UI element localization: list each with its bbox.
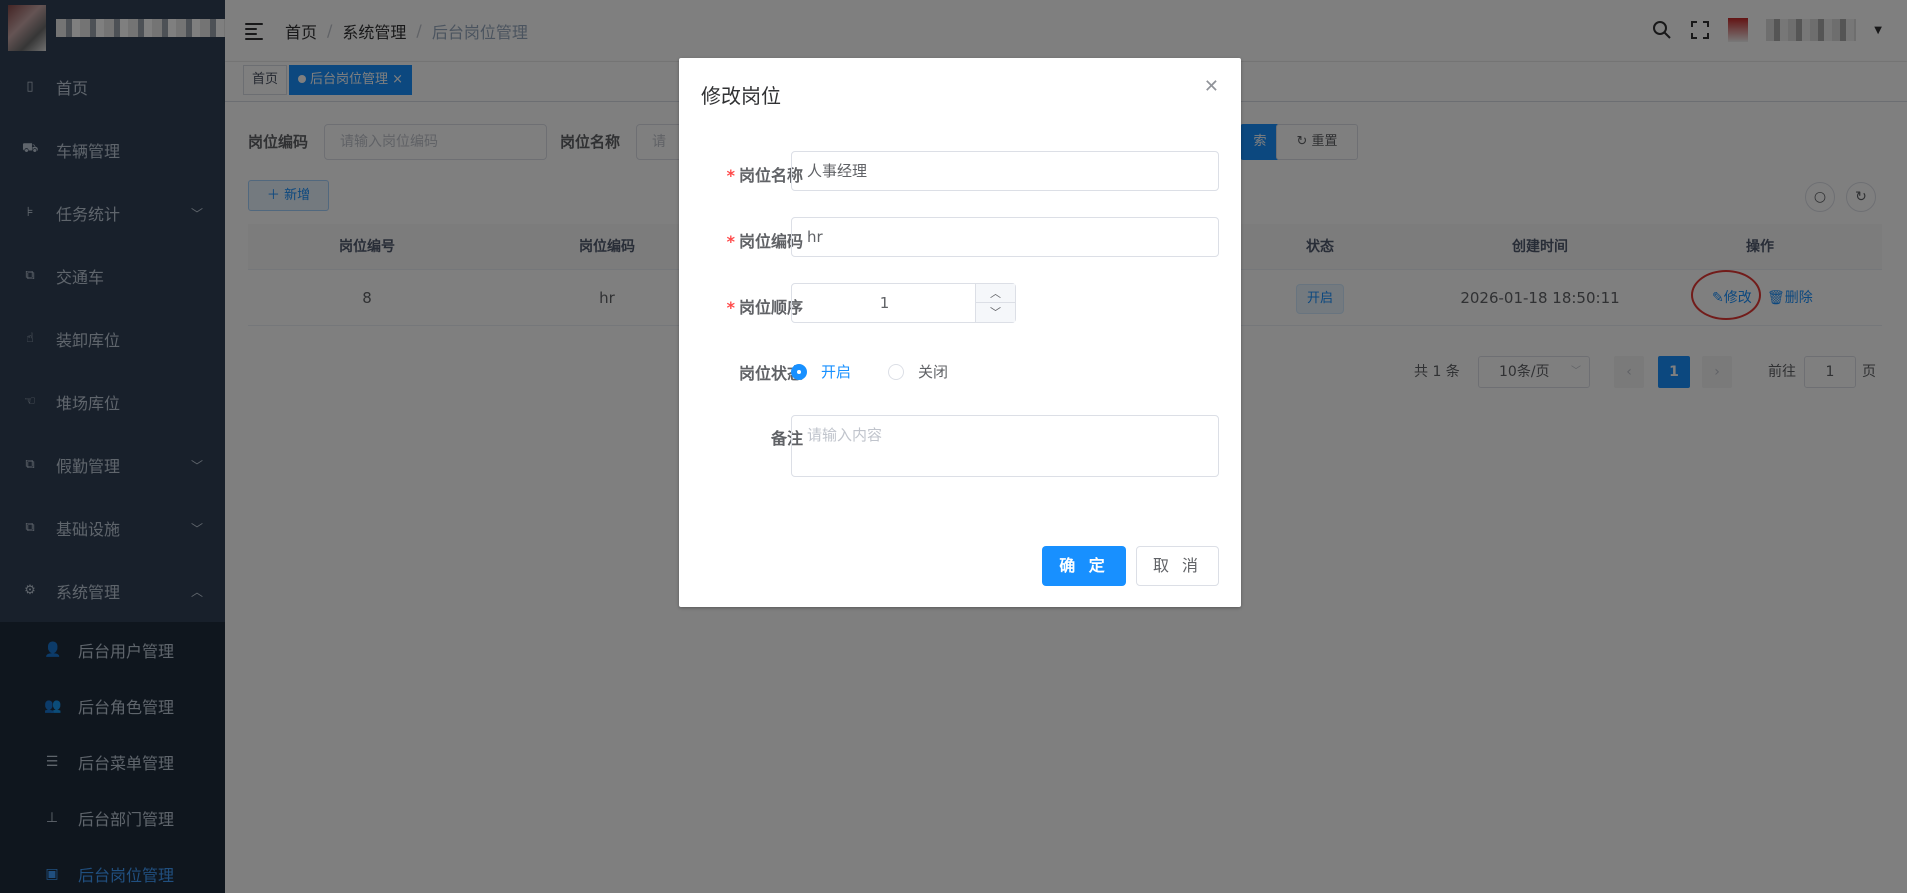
post-name-label: * 岗位名称 — [701, 162, 803, 186]
status-radio-off[interactable]: 关闭 — [888, 361, 948, 382]
post-code-input[interactable]: hr — [791, 217, 1219, 257]
post-sort-stepper[interactable]: 1 ︿ ﹀ — [791, 283, 1016, 323]
post-sort-label: * 岗位顺序 — [701, 294, 803, 318]
radio-label: 开启 — [821, 363, 852, 381]
remark-label: 备注 — [770, 429, 803, 448]
chevron-down-icon[interactable]: ﹀ — [975, 303, 1015, 322]
status-radio-on[interactable]: 开启 — [791, 361, 851, 382]
dialog-title: 修改岗位 — [701, 84, 781, 108]
required-asterisk: * — [726, 166, 735, 185]
radio-unchecked-icon — [888, 363, 904, 380]
radio-label: 关闭 — [918, 363, 949, 381]
post-code-label: * 岗位编码 — [701, 228, 803, 252]
remark-textarea[interactable]: 请输入内容 — [791, 415, 1219, 477]
radio-checked-icon — [791, 363, 807, 380]
close-icon[interactable]: ✕ — [1204, 76, 1219, 97]
confirm-button[interactable]: 确 定 — [1042, 546, 1126, 586]
required-asterisk: * — [726, 298, 735, 317]
cancel-button[interactable]: 取 消 — [1136, 546, 1219, 586]
post-status-label: 岗位状态 — [738, 364, 803, 383]
chevron-up-icon[interactable]: ︿ — [975, 284, 1015, 303]
post-name-input[interactable]: 人事经理 — [791, 151, 1219, 191]
edit-post-dialog: 修改岗位 ✕ * 岗位名称 人事经理 * 岗位编码 hr * 岗位顺序 1 ︿ ﹀ 岗… — [679, 58, 1241, 607]
stepper-value[interactable]: 1 — [792, 284, 977, 322]
required-asterisk: * — [726, 232, 735, 251]
